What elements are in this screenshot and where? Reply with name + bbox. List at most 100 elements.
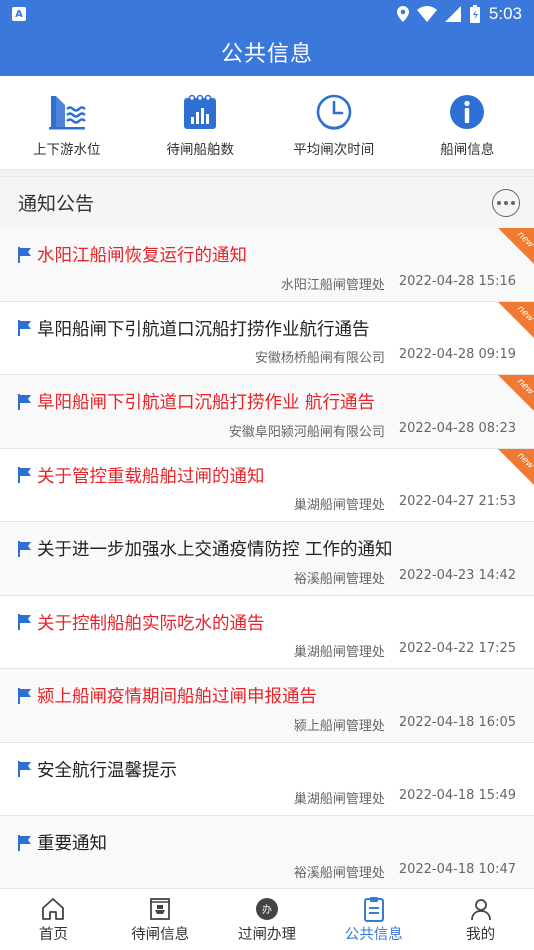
notice-title-row: 重要通知 bbox=[18, 830, 516, 855]
quick-link-label: 平均闸次时间 bbox=[293, 142, 375, 158]
notice-title-row: 阜阳船闸下引航道口沉船打捞作业 航行通告 bbox=[18, 389, 516, 414]
notice-org: 颍上船闸管理处 bbox=[293, 718, 385, 734]
status-indicators: 5:03 bbox=[396, 4, 522, 24]
notice-meta: 巢湖船闸管理处 2022-04-27 21:53 bbox=[294, 494, 516, 513]
bottom-nav: 首页 待闸信息 办 过闸办理 公共信息 我的 bbox=[0, 888, 534, 950]
notice-org: 巢湖船闸管理处 bbox=[293, 792, 385, 807]
user-icon bbox=[468, 896, 494, 922]
notice-time: 2022-04-28 08:23 bbox=[398, 420, 516, 436]
new-badge: new bbox=[498, 375, 534, 411]
notice-title-row: 阜阳船闸下引航道口沉船打捞作业航行通告 bbox=[18, 316, 516, 341]
process-badge-text: 办 bbox=[262, 903, 272, 916]
nav-label: 我的 bbox=[466, 926, 496, 943]
notice-title-row: 关于管控重载船舶过闸的通知 bbox=[18, 463, 516, 488]
notice-title: 水阳江船闸恢复运行的通知 bbox=[37, 246, 247, 266]
more-dots-icon[interactable] bbox=[492, 188, 520, 217]
notice-item[interactable]: 关于管控重载船舶过闸的通知巢湖船闸管理处 2022-04-27 21:53 new bbox=[0, 448, 534, 522]
status-bar: A 5:03 bbox=[0, 0, 534, 28]
title-bar: 公共信息 bbox=[0, 28, 534, 76]
nav-process[interactable]: 办 过闸办理 bbox=[214, 889, 321, 950]
notice-item[interactable]: 颍上船闸疫情期间船舶过闸申报通告颍上船闸管理处 2022-04-18 16:05 bbox=[0, 669, 534, 743]
new-badge: new bbox=[498, 301, 534, 338]
notice-title-row: 关于进一步加强水上交通疫情防控 工作的通知 bbox=[18, 536, 516, 561]
water-level-icon bbox=[47, 92, 87, 132]
notice-item[interactable]: 关于进一步加强水上交通疫情防控 工作的通知裕溪船闸管理处 2022-04-23 1… bbox=[0, 522, 534, 596]
notice-time: 2022-04-27 21:53 bbox=[398, 494, 516, 509]
new-badge: new bbox=[498, 228, 534, 264]
clipboard-icon bbox=[361, 896, 387, 922]
notice-meta: 安徽杨桥船闸有限公司 2022-04-28 09:19 bbox=[255, 347, 516, 366]
home-icon bbox=[40, 896, 66, 922]
notice-time: 2022-04-18 15:49 bbox=[398, 788, 516, 803]
notice-org: 巢湖船闸管理处 bbox=[293, 498, 385, 513]
quick-links: 上下游水位 待闸船舶数 平均闸次时间 船闸信息 bbox=[0, 76, 534, 170]
notice-title: 阜阳船闸下引航道口沉船打捞作业 航行通告 bbox=[37, 393, 376, 413]
notice-time: 2022-04-23 14:42 bbox=[398, 567, 516, 583]
quick-link-label: 待闸船舶数 bbox=[166, 142, 235, 158]
page-title: 公共信息 bbox=[220, 42, 313, 67]
notice-section-header: 通知公告 bbox=[0, 176, 534, 228]
flag-icon bbox=[18, 834, 31, 851]
flag-icon bbox=[18, 687, 31, 704]
notice-item[interactable]: 关于控制船舶实际吃水的通告巢湖船闸管理处 2022-04-22 17:25 bbox=[0, 595, 534, 669]
notice-time: 2022-04-28 09:19 bbox=[398, 347, 516, 362]
notice-org: 安徽杨桥船闸有限公司 bbox=[254, 351, 385, 366]
nav-home[interactable]: 首页 bbox=[0, 889, 107, 950]
process-icon: 办 bbox=[254, 896, 280, 922]
flag-icon bbox=[18, 540, 31, 557]
nav-public-info[interactable]: 公共信息 bbox=[320, 889, 427, 950]
nav-label: 待闸信息 bbox=[131, 926, 190, 943]
flag-icon bbox=[18, 320, 31, 336]
quick-link-lock-info[interactable]: 船闸信息 bbox=[401, 76, 534, 169]
notice-item[interactable]: 重要通知裕溪船闸管理处 2022-04-18 10:47 bbox=[0, 816, 534, 890]
nav-label: 过闸办理 bbox=[237, 926, 296, 943]
notice-title: 阜阳船闸下引航道口沉船打捞作业航行通告 bbox=[37, 319, 370, 340]
flag-icon bbox=[18, 467, 31, 483]
notice-title-row: 颍上船闸疫情期间船舶过闸申报通告 bbox=[18, 683, 516, 708]
notice-meta: 裕溪船闸管理处 2022-04-18 10:47 bbox=[294, 862, 516, 881]
notice-org: 水阳江船闸管理处 bbox=[280, 277, 385, 293]
signal-icon bbox=[444, 6, 461, 22]
new-badge: new bbox=[498, 448, 534, 485]
quick-link-average-time[interactable]: 平均闸次时间 bbox=[267, 76, 401, 169]
clock-time: 5:03 bbox=[488, 4, 522, 23]
nav-waiting-info[interactable]: 待闸信息 bbox=[107, 889, 214, 950]
notice-meta: 颍上船闸管理处 2022-04-18 16:05 bbox=[294, 715, 516, 734]
ship-wait-icon bbox=[147, 896, 173, 922]
quick-link-label: 船闸信息 bbox=[440, 142, 495, 158]
notice-org: 安徽阜阳颍河船闸有限公司 bbox=[228, 424, 385, 440]
notice-title: 关于进一步加强水上交通疫情防控 工作的通知 bbox=[37, 540, 393, 560]
notice-meta: 巢湖船闸管理处 2022-04-18 15:49 bbox=[294, 788, 516, 807]
nav-label: 首页 bbox=[38, 926, 68, 943]
notice-title: 安全航行温馨提示 bbox=[37, 760, 177, 781]
nav-label: 公共信息 bbox=[344, 926, 403, 943]
flag-icon bbox=[18, 614, 31, 630]
notice-meta: 安徽阜阳颍河船闸有限公司 2022-04-28 08:23 bbox=[229, 421, 516, 440]
notice-meta: 裕溪船闸管理处 2022-04-23 14:42 bbox=[294, 568, 516, 587]
notice-title-row: 关于控制船舶实际吃水的通告 bbox=[18, 610, 516, 635]
notice-title-row: 水阳江船闸恢复运行的通知 bbox=[18, 242, 516, 267]
notice-time: 2022-04-28 15:16 bbox=[398, 273, 516, 289]
notice-title: 颍上船闸疫情期间船舶过闸申报通告 bbox=[37, 687, 317, 707]
clock-icon bbox=[314, 92, 354, 132]
bar-chart-icon bbox=[180, 92, 220, 132]
notice-list: 水阳江船闸恢复运行的通知 水阳江船闸管理处 2022-04-28 15:16 new 阜… bbox=[0, 228, 534, 890]
notice-org: 裕溪船闸管理处 bbox=[293, 865, 385, 881]
notice-item[interactable]: 水阳江船闸恢复运行的通知水阳江船闸管理处 2022-04-28 15:16 new bbox=[0, 228, 534, 302]
notice-item[interactable]: 阜阳船闸下引航道口沉船打捞作业航行通告安徽杨桥船闸有限公司 2022-04-28 … bbox=[0, 301, 534, 375]
notice-title-row: 安全航行温馨提示 bbox=[18, 757, 516, 782]
flag-icon bbox=[18, 761, 31, 777]
flag-icon bbox=[18, 393, 31, 410]
notice-time: 2022-04-22 17:25 bbox=[398, 641, 516, 656]
info-icon bbox=[447, 92, 487, 132]
quick-link-waiting-ships[interactable]: 待闸船舶数 bbox=[134, 76, 268, 169]
nav-mine[interactable]: 我的 bbox=[427, 889, 534, 950]
quick-link-water-level[interactable]: 上下游水位 bbox=[0, 76, 134, 169]
notice-org: 裕溪船闸管理处 bbox=[293, 571, 385, 587]
notice-item[interactable]: 安全航行温馨提示巢湖船闸管理处 2022-04-18 15:49 bbox=[0, 742, 534, 816]
section-title: 通知公告 bbox=[18, 193, 95, 215]
notice-org: 巢湖船闸管理处 bbox=[293, 645, 385, 660]
notice-item[interactable]: 阜阳船闸下引航道口沉船打捞作业 航行通告安徽阜阳颍河船闸有限公司 2022-04-… bbox=[0, 375, 534, 449]
location-icon bbox=[396, 6, 409, 22]
wifi-icon bbox=[416, 6, 437, 22]
